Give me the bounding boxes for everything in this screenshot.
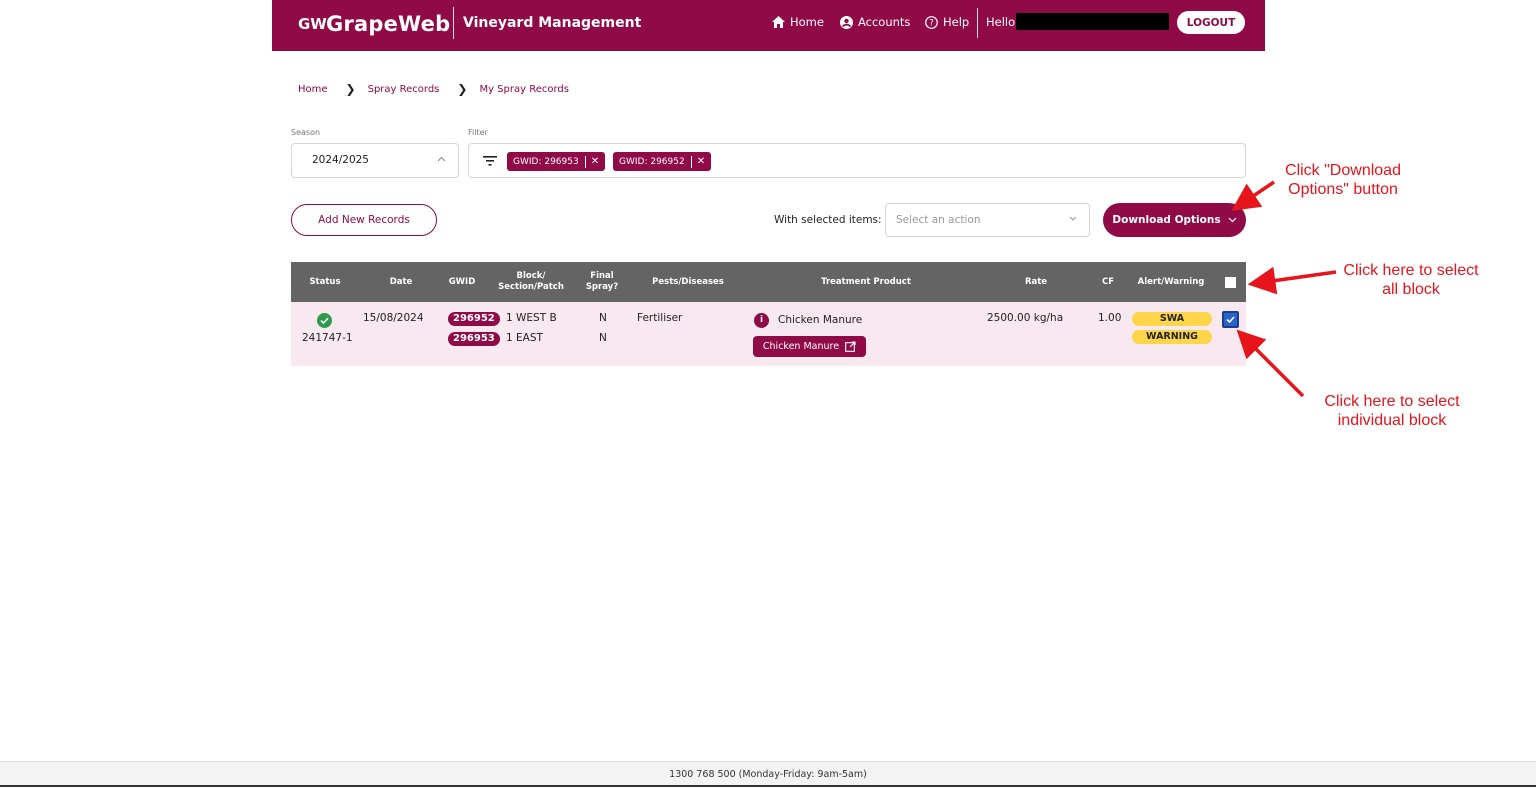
header-divider (977, 8, 978, 38)
breadcrumb: Home ❯ Spray Records ❯ My Spray Records (298, 82, 569, 96)
breadcrumb-spray-records[interactable]: Spray Records (368, 84, 440, 95)
filter-input[interactable]: GWID: 296953 ✕ GWID: 296952 ✕ (468, 143, 1246, 178)
gwid-badge[interactable]: 296952 (448, 312, 500, 326)
record-id[interactable]: 241747-1 (302, 332, 353, 344)
season-label: Season (291, 128, 321, 137)
select-all-checkbox[interactable] (1225, 277, 1236, 288)
filter-icon[interactable] (483, 155, 497, 166)
table-row[interactable]: 241747-1 15/08/2024 296952 296953 1 WEST… (291, 302, 1246, 366)
annotation-download: Click "Download Options" button (1285, 162, 1401, 198)
column-block[interactable]: Block/ Section/Patch (495, 271, 567, 293)
nav-help-label: Help (943, 15, 970, 29)
account-icon (840, 15, 853, 29)
final-spray-value: N (599, 312, 607, 324)
nav-accounts-label: Accounts (858, 15, 911, 29)
column-final-spray[interactable]: Final Spray? (584, 271, 620, 293)
arrow-to-row-checkbox (1236, 329, 1305, 398)
close-icon[interactable]: ✕ (690, 155, 705, 168)
with-selected-label: With selected items: (774, 214, 882, 226)
product-link-label: Chicken Manure (762, 341, 840, 352)
arrow-to-select-all (1247, 266, 1337, 295)
table-header: Status Date GWID Block/ Section/Patch Fi… (291, 262, 1246, 302)
column-pests[interactable]: Pests/Diseases (649, 277, 727, 288)
download-options-label: Download Options (1112, 214, 1221, 226)
help-icon: ? (925, 15, 938, 29)
filter-label: Filter (468, 128, 488, 137)
alert-badge: SWA (1132, 312, 1212, 326)
column-alert-warning[interactable]: Alert/Warning (1135, 277, 1207, 288)
add-new-records-button[interactable]: Add New Records (291, 204, 437, 236)
treatment-product-name: Chicken Manure (778, 314, 863, 326)
column-date[interactable]: Date (386, 277, 416, 288)
check-circle-icon (317, 313, 332, 328)
close-icon[interactable]: ✕ (584, 155, 599, 168)
pests-diseases: Fertiliser (637, 312, 683, 324)
gwid-badge[interactable]: 296953 (448, 332, 500, 346)
chevron-down-icon (1069, 216, 1077, 221)
product-link-button[interactable]: Chicken Manure (753, 336, 866, 357)
footer-contact: 1300 768 500 (Monday-Friday: 9am-5am) (0, 761, 1536, 787)
chevron-right-icon: ❯ (345, 82, 356, 96)
logout-button[interactable]: LOGOUT (1177, 11, 1245, 34)
annotation-select-individual: Click here to select individual block (1324, 393, 1460, 429)
app-title: Vineyard Management (463, 15, 642, 31)
chevron-down-icon (1228, 217, 1237, 223)
annotation-select-all: Click here to select all block (1343, 262, 1479, 298)
season-value: 2024/2025 (312, 154, 369, 166)
bulk-action-select[interactable]: Select an action (885, 203, 1090, 237)
filter-chip-label: GWID: 296952 (619, 156, 685, 167)
redacted-username (1016, 13, 1169, 30)
breadcrumb-my-spray-records[interactable]: My Spray Records (479, 84, 569, 95)
checkmark-icon (1226, 316, 1235, 324)
row-select-checkbox[interactable] (1222, 311, 1239, 328)
grapeweb-logo[interactable]: GW GrapeWeb (298, 9, 450, 39)
block-name: 1 WEST B (506, 312, 557, 324)
column-treatment-product[interactable]: Treatment Product (816, 277, 916, 288)
nav-home-label: Home (790, 15, 824, 29)
warning-badge: WARNING (1132, 330, 1212, 344)
bulk-action-placeholder: Select an action (896, 214, 981, 226)
column-gwid[interactable]: GWID (448, 277, 476, 288)
filter-chip-label: GWID: 296953 (513, 156, 579, 167)
home-icon (772, 16, 785, 28)
info-icon[interactable]: i (754, 313, 769, 328)
logo-text: GrapeWeb (326, 12, 451, 36)
svg-text:?: ? (929, 18, 934, 28)
rate-value: 2500.00 kg/ha (987, 312, 1064, 324)
breadcrumb-home[interactable]: Home (298, 84, 328, 95)
header-divider (453, 7, 454, 39)
filter-chip[interactable]: GWID: 296953 ✕ (507, 152, 606, 171)
annotation-arrows (1231, 180, 1337, 398)
logo-mark-icon: GW (298, 14, 327, 33)
column-status[interactable]: Status (309, 277, 341, 288)
chevron-right-icon: ❯ (457, 82, 468, 96)
record-date: 15/08/2024 (363, 312, 424, 324)
column-cf[interactable]: CF (1099, 277, 1117, 288)
download-options-button[interactable]: Download Options (1103, 203, 1246, 237)
chevron-up-icon (437, 156, 446, 162)
final-spray-value: N (599, 332, 607, 344)
block-name: 1 EAST (506, 332, 543, 344)
nav-accounts-link[interactable]: Accounts (840, 15, 910, 29)
cf-value: 1.00 (1098, 312, 1122, 324)
column-rate[interactable]: Rate (1021, 277, 1051, 288)
greeting: Hello, (986, 15, 1019, 29)
nav-help-link[interactable]: ? Help (925, 15, 969, 29)
top-header: GW GrapeWeb Vineyard Management Home Acc… (272, 0, 1265, 51)
filter-chip[interactable]: GWID: 296952 ✕ (613, 152, 712, 171)
nav-home-link[interactable]: Home (772, 15, 824, 29)
season-select[interactable]: 2024/2025 (291, 143, 459, 178)
external-link-icon (845, 341, 856, 352)
